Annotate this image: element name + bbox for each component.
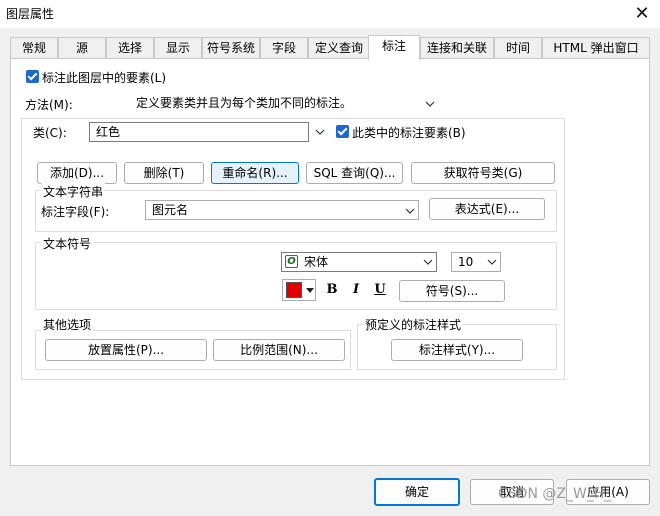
watermark-text: CSDN @Z_W_H_ bbox=[498, 486, 612, 502]
class-value: 红色 bbox=[96, 125, 121, 139]
ok-button[interactable]: 确定 bbox=[374, 478, 460, 506]
class-chevron-down-icon[interactable] bbox=[315, 127, 325, 137]
font-chevron-down-icon[interactable] bbox=[423, 257, 433, 267]
close-icon[interactable]: ✕ bbox=[630, 0, 654, 28]
class-dropdown[interactable]: 红色 bbox=[89, 122, 309, 142]
italic-button[interactable]: I bbox=[345, 279, 367, 301]
text-symbol-group-label: 文本符号 bbox=[41, 235, 94, 252]
sql-query-button[interactable]: SQL 查询(Q)... bbox=[306, 162, 403, 184]
method-label: 方法(M): bbox=[25, 98, 73, 112]
tab-selection[interactable]: 选择 bbox=[106, 37, 154, 59]
delete-class-button[interactable]: 删除(T) bbox=[124, 162, 204, 184]
tab-source[interactable]: 源 bbox=[58, 37, 106, 59]
tab-general[interactable]: 常规 bbox=[10, 37, 58, 59]
label-field-value: 图元名 bbox=[152, 203, 189, 217]
label-field-dropdown[interactable]: 图元名 bbox=[145, 200, 419, 220]
underline-button[interactable]: U bbox=[369, 279, 391, 301]
text-string-group-label: 文本字符串 bbox=[41, 183, 106, 200]
font-dropdown[interactable]: 宋体 bbox=[281, 252, 437, 272]
placement-properties-button[interactable]: 放置属性(P)... bbox=[45, 339, 207, 361]
font-value: 宋体 bbox=[304, 255, 329, 269]
class-label: 类(C): bbox=[33, 126, 67, 140]
label-field-label: 标注字段(F): bbox=[41, 205, 110, 219]
tab-labels[interactable]: 标注 bbox=[368, 35, 420, 60]
opentype-font-icon: O bbox=[285, 255, 298, 268]
tab-time[interactable]: 时间 bbox=[494, 37, 542, 59]
tab-definition-query[interactable]: 定义查询 bbox=[308, 37, 370, 59]
color-dropdown-icon bbox=[306, 288, 314, 293]
get-symbol-classes-button[interactable]: 获取符号类(G) bbox=[411, 162, 555, 184]
label-field-chevron-down-icon[interactable] bbox=[405, 206, 415, 216]
add-class-button[interactable]: 添加(D)... bbox=[37, 162, 117, 184]
tab-display[interactable]: 显示 bbox=[154, 37, 202, 59]
labels-panel: 标注此图层中的要素(L) 方法(M): 定义要素类并且为每个类加不同的标注。 类… bbox=[10, 58, 650, 466]
other-options-group-label: 其他选项 bbox=[41, 316, 94, 333]
tab-strip: 常规 源 选择 显示 符号系统 字段 定义查询 标注 连接和关联 时间 HTML… bbox=[10, 35, 650, 60]
color-picker[interactable] bbox=[282, 279, 316, 301]
label-features-label: 标注此图层中的要素(L) bbox=[42, 71, 167, 85]
tab-html-popup[interactable]: HTML 弹出窗口 bbox=[542, 37, 650, 59]
method-value: 定义要素类并且为每个类加不同的标注。 bbox=[136, 96, 353, 110]
tab-symbology[interactable]: 符号系统 bbox=[202, 37, 260, 59]
label-features-checkbox[interactable] bbox=[26, 70, 39, 83]
rename-class-button[interactable]: 重命名(R)... bbox=[211, 162, 299, 184]
tab-joins-relates[interactable]: 连接和关联 bbox=[420, 37, 494, 59]
tab-fields[interactable]: 字段 bbox=[260, 37, 308, 59]
text-color-swatch bbox=[286, 282, 302, 298]
font-size-chevron-down-icon[interactable] bbox=[487, 257, 497, 267]
symbol-button[interactable]: 符号(S)... bbox=[399, 280, 505, 302]
expression-button[interactable]: 表达式(E)... bbox=[429, 198, 545, 220]
label-class-features-checkbox[interactable] bbox=[336, 125, 349, 138]
window-title: 图层属性 bbox=[6, 7, 55, 21]
label-styles-button[interactable]: 标注样式(Y)... bbox=[391, 339, 523, 361]
scale-range-button[interactable]: 比例范围(N)... bbox=[213, 339, 345, 361]
predefined-style-group-label: 预定义的标注样式 bbox=[363, 316, 464, 333]
method-chevron-down-icon[interactable] bbox=[425, 99, 435, 109]
bold-button[interactable]: B bbox=[321, 279, 343, 301]
method-dropdown[interactable]: 定义要素类并且为每个类加不同的标注。 bbox=[129, 93, 441, 113]
title-bar bbox=[0, 0, 660, 28]
label-class-features-label: 此类中的标注要素(B) bbox=[352, 126, 466, 140]
font-size-value: 10 bbox=[458, 255, 474, 269]
